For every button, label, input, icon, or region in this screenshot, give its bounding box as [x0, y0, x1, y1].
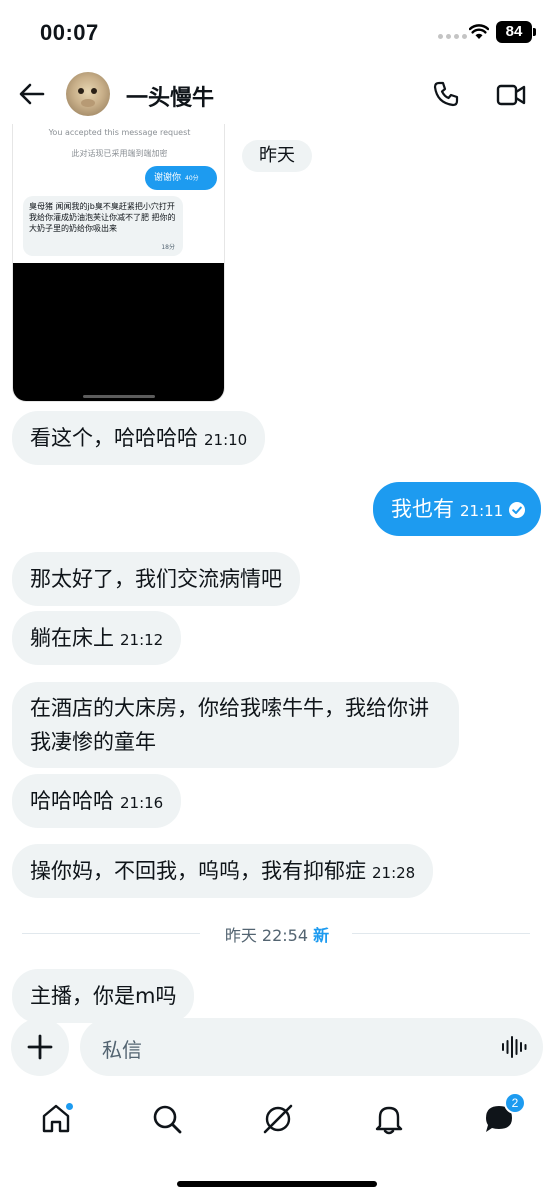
- tab-grok[interactable]: [261, 1102, 295, 1136]
- message-time: 21:28: [372, 864, 416, 882]
- message-text: 主播，你是m吗: [30, 984, 177, 1008]
- home-notification-dot: [65, 1102, 74, 1111]
- message-bubble-received[interactable]: 躺在床上 21:12: [12, 611, 182, 665]
- search-icon: [153, 1105, 182, 1134]
- signal-icon: [438, 34, 467, 39]
- battery-level: 84: [496, 21, 536, 43]
- image-received-text: 臭母猪 闻闻我的jb臭不臭赶紧把小穴打开 我给你灌成奶油泡芙让你减不了肥 把你的…: [29, 202, 176, 233]
- conversation-header: 一头慢牛: [0, 64, 554, 124]
- message-time: 21:12: [120, 631, 164, 649]
- message-bubble-received[interactable]: 看这个，哈哈哈哈 21:10: [12, 411, 266, 465]
- wifi-icon: [469, 24, 489, 39]
- avatar[interactable]: [66, 72, 110, 116]
- image-received-bubble: 臭母猪 闻闻我的jb臭不臭赶紧把小穴打开 我给你灌成奶油泡芙让你减不了肥 把你的…: [23, 196, 183, 256]
- tab-search[interactable]: [150, 1102, 184, 1136]
- back-arrow-icon[interactable]: [18, 80, 46, 108]
- messages-badge: 2: [504, 1092, 526, 1114]
- image-accepted-notice: You accepted this message request: [48, 128, 191, 137]
- image-sent-bubble: 谢谢你 40分: [145, 166, 217, 190]
- message-input-placeholder: 私信: [102, 1038, 142, 1062]
- message-time: 21:10: [204, 431, 248, 449]
- message-input[interactable]: 私信: [80, 1018, 543, 1076]
- message-bubble-received[interactable]: 主播，你是m吗: [12, 969, 195, 1023]
- add-attachment-button[interactable]: [11, 1018, 69, 1076]
- image-received-time: 18分: [161, 244, 175, 251]
- video-call-icon[interactable]: [496, 82, 526, 108]
- tab-messages[interactable]: 2: [482, 1092, 526, 1136]
- image-encryption-notice: 此对话现已采用端到端加密: [71, 149, 168, 158]
- message-text: 操你妈，不回我，呜呜，我有抑郁症: [30, 859, 366, 883]
- image-home-bar: [83, 395, 155, 398]
- grok-icon: [263, 1104, 293, 1134]
- message-text: 哈哈哈哈: [30, 789, 114, 813]
- divider-new-label: 新: [313, 926, 330, 945]
- message-bubble-received[interactable]: 操你妈，不回我，呜呜，我有抑郁症 21:28: [12, 844, 434, 898]
- message-bubble-received[interactable]: 在酒店的大床房，你给我嗦牛牛，我给你讲我凄惨的童年: [12, 682, 459, 768]
- message-text: 我也有: [391, 497, 454, 521]
- plus-icon: [27, 1034, 53, 1060]
- read-check-icon: [509, 502, 526, 518]
- message-bubble-sent[interactable]: 我也有 21:11: [373, 482, 542, 536]
- image-message-top: You accepted this message request 此对话现已采…: [13, 124, 224, 263]
- message-text: 躺在床上: [30, 626, 114, 650]
- tab-home[interactable]: [39, 1102, 74, 1136]
- new-messages-divider: 昨天 22:54 新: [0, 922, 554, 946]
- message-time: 21:16: [120, 794, 164, 812]
- status-bar: 00:07 84: [0, 0, 554, 64]
- message-text: 看这个，哈哈哈哈: [30, 426, 198, 450]
- image-sent-text: 谢谢你: [154, 173, 182, 183]
- divider-timestamp: 昨天 22:54: [224, 926, 309, 945]
- message-text: 那太好了，我们交流病情吧: [30, 567, 282, 591]
- day-chip: 昨天: [242, 140, 312, 172]
- message-bubble-received[interactable]: 哈哈哈哈 21:16: [12, 774, 182, 828]
- contact-name[interactable]: 一头慢牛: [126, 80, 214, 112]
- message-bubble-received[interactable]: 那太好了，我们交流病情吧: [12, 552, 300, 606]
- bell-icon: [375, 1106, 403, 1135]
- message-text: 在酒店的大床房，你给我嗦牛牛，我给你讲我凄惨的童年: [30, 696, 429, 754]
- image-black-area: [13, 263, 224, 401]
- image-sent-time: 40分: [185, 175, 199, 182]
- message-time: 21:11: [460, 502, 504, 520]
- bottom-tab-bar: 2: [0, 1092, 554, 1152]
- home-indicator: [177, 1181, 377, 1187]
- phone-icon[interactable]: [432, 80, 460, 108]
- image-message[interactable]: You accepted this message request 此对话现已采…: [12, 124, 225, 402]
- tab-notifications[interactable]: [372, 1102, 406, 1136]
- voice-message-icon[interactable]: [501, 1035, 527, 1059]
- status-time: 00:07: [40, 20, 99, 45]
